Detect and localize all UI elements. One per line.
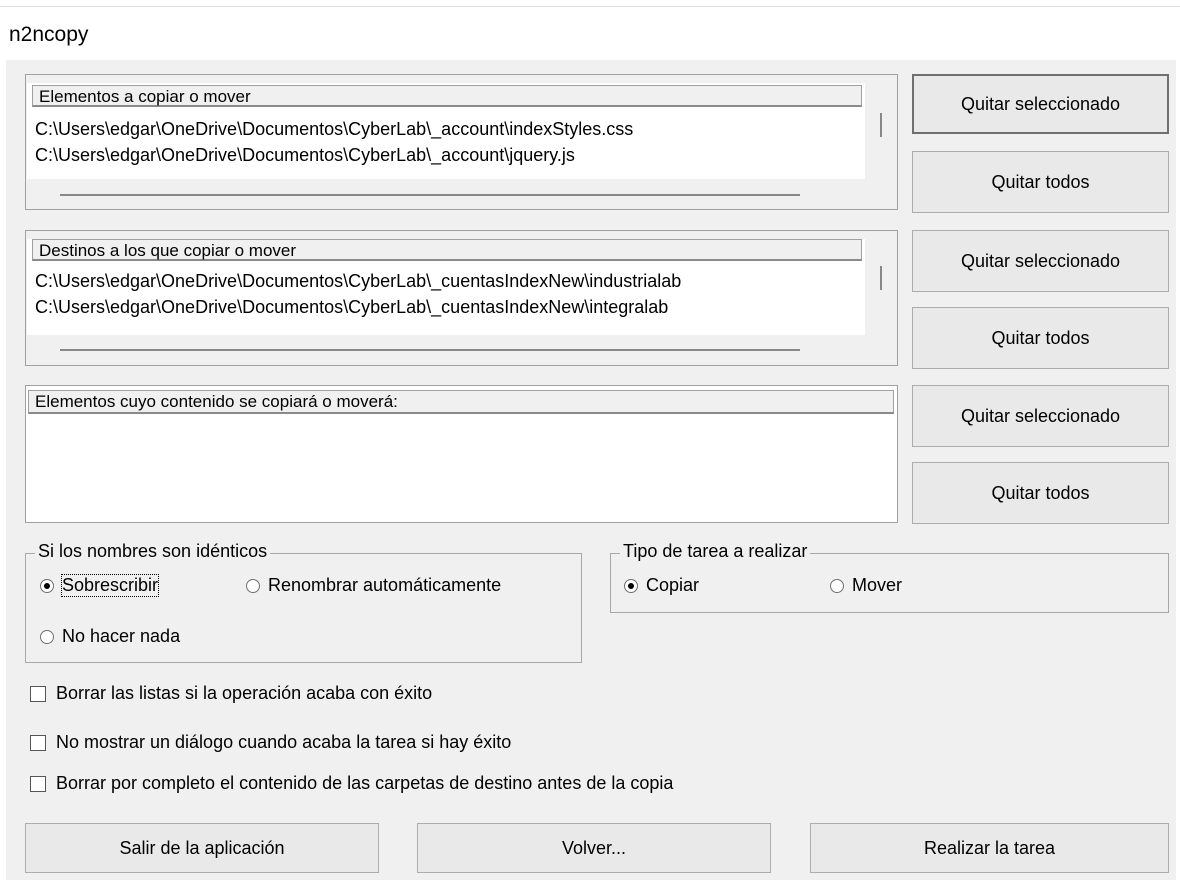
auto-rename-label: Renombrar automáticamente xyxy=(268,575,502,595)
source-horizontal-scrollbar[interactable] xyxy=(60,194,800,196)
back-button[interactable]: Volver... xyxy=(417,823,771,873)
list-item[interactable]: C:\Users\edgar\OneDrive\Documentos\Cyber… xyxy=(35,297,668,318)
source-list[interactable]: Elementos a copiar o mover C:\Users\edga… xyxy=(27,83,865,179)
checkbox-icon xyxy=(30,775,46,792)
wipe-destination-checkbox[interactable]: Borrar por completo el contenido de las … xyxy=(30,773,673,794)
wipe-destination-label: Borrar por completo el contenido de las … xyxy=(56,773,674,793)
destination-list[interactable]: Destinos a los que copiar o mover C:\Use… xyxy=(27,239,865,335)
destination-list-header: Destinos a los que copiar o mover xyxy=(32,239,862,261)
do-nothing-label: No hacer nada xyxy=(62,626,181,646)
source-list-header: Elementos a copiar o mover xyxy=(32,85,862,107)
copy-radio[interactable]: Copiar xyxy=(624,575,699,596)
identical-names-legend: Si los nombres son idénticos xyxy=(35,541,271,562)
checkbox-icon xyxy=(30,685,46,702)
source-vertical-scrollbar[interactable] xyxy=(880,113,882,137)
auto-rename-radio[interactable]: Renombrar automáticamente xyxy=(246,575,501,596)
task-type-legend: Tipo de tarea a realizar xyxy=(620,541,811,562)
top-border xyxy=(0,6,1180,7)
destination-remove-selected-button[interactable]: Quitar seleccionado xyxy=(912,230,1169,292)
title-bar[interactable]: n2ncopy xyxy=(0,0,1180,60)
overwrite-radio[interactable]: Sobrescribir xyxy=(40,574,160,597)
no-success-dialog-checkbox[interactable]: No mostrar un diálogo cuando acaba la ta… xyxy=(30,732,511,753)
source-remove-all-button[interactable]: Quitar todos xyxy=(912,151,1169,213)
run-task-button[interactable]: Realizar la tarea xyxy=(810,823,1169,873)
do-nothing-radio[interactable]: No hacer nada xyxy=(40,626,180,647)
list-item[interactable]: C:\Users\edgar\OneDrive\Documentos\Cyber… xyxy=(35,119,633,140)
radio-selected-icon xyxy=(624,578,638,593)
move-label: Mover xyxy=(852,575,903,595)
radio-empty-icon xyxy=(246,578,260,593)
clear-lists-checkbox[interactable]: Borrar las listas si la operación acaba … xyxy=(30,683,432,704)
contents-remove-all-button[interactable]: Quitar todos xyxy=(912,462,1169,524)
copy-label: Copiar xyxy=(646,575,700,595)
radio-empty-icon xyxy=(830,578,844,593)
radio-empty-icon xyxy=(40,629,54,644)
no-success-dialog-label: No mostrar un diálogo cuando acaba la ta… xyxy=(56,732,512,752)
move-radio[interactable]: Mover xyxy=(830,575,902,596)
list-item[interactable]: C:\Users\edgar\OneDrive\Documentos\Cyber… xyxy=(35,271,681,292)
destination-vertical-scrollbar[interactable] xyxy=(880,266,882,290)
list-item[interactable]: C:\Users\edgar\OneDrive\Documentos\Cyber… xyxy=(35,145,575,166)
window-title: n2ncopy xyxy=(9,23,89,46)
destination-horizontal-scrollbar[interactable] xyxy=(60,349,800,351)
radio-selected-icon xyxy=(40,578,54,593)
contents-remove-selected-button[interactable]: Quitar seleccionado xyxy=(912,385,1169,447)
source-remove-selected-button[interactable]: Quitar seleccionado xyxy=(912,74,1169,134)
contents-list-header: Elementos cuyo contenido se copiará o mo… xyxy=(28,390,894,414)
overwrite-label: Sobrescribir xyxy=(60,574,160,597)
exit-button[interactable]: Salir de la aplicación xyxy=(25,823,379,873)
destination-remove-all-button[interactable]: Quitar todos xyxy=(912,307,1169,369)
clear-lists-label: Borrar las listas si la operación acaba … xyxy=(56,683,433,703)
checkbox-icon xyxy=(30,734,46,751)
